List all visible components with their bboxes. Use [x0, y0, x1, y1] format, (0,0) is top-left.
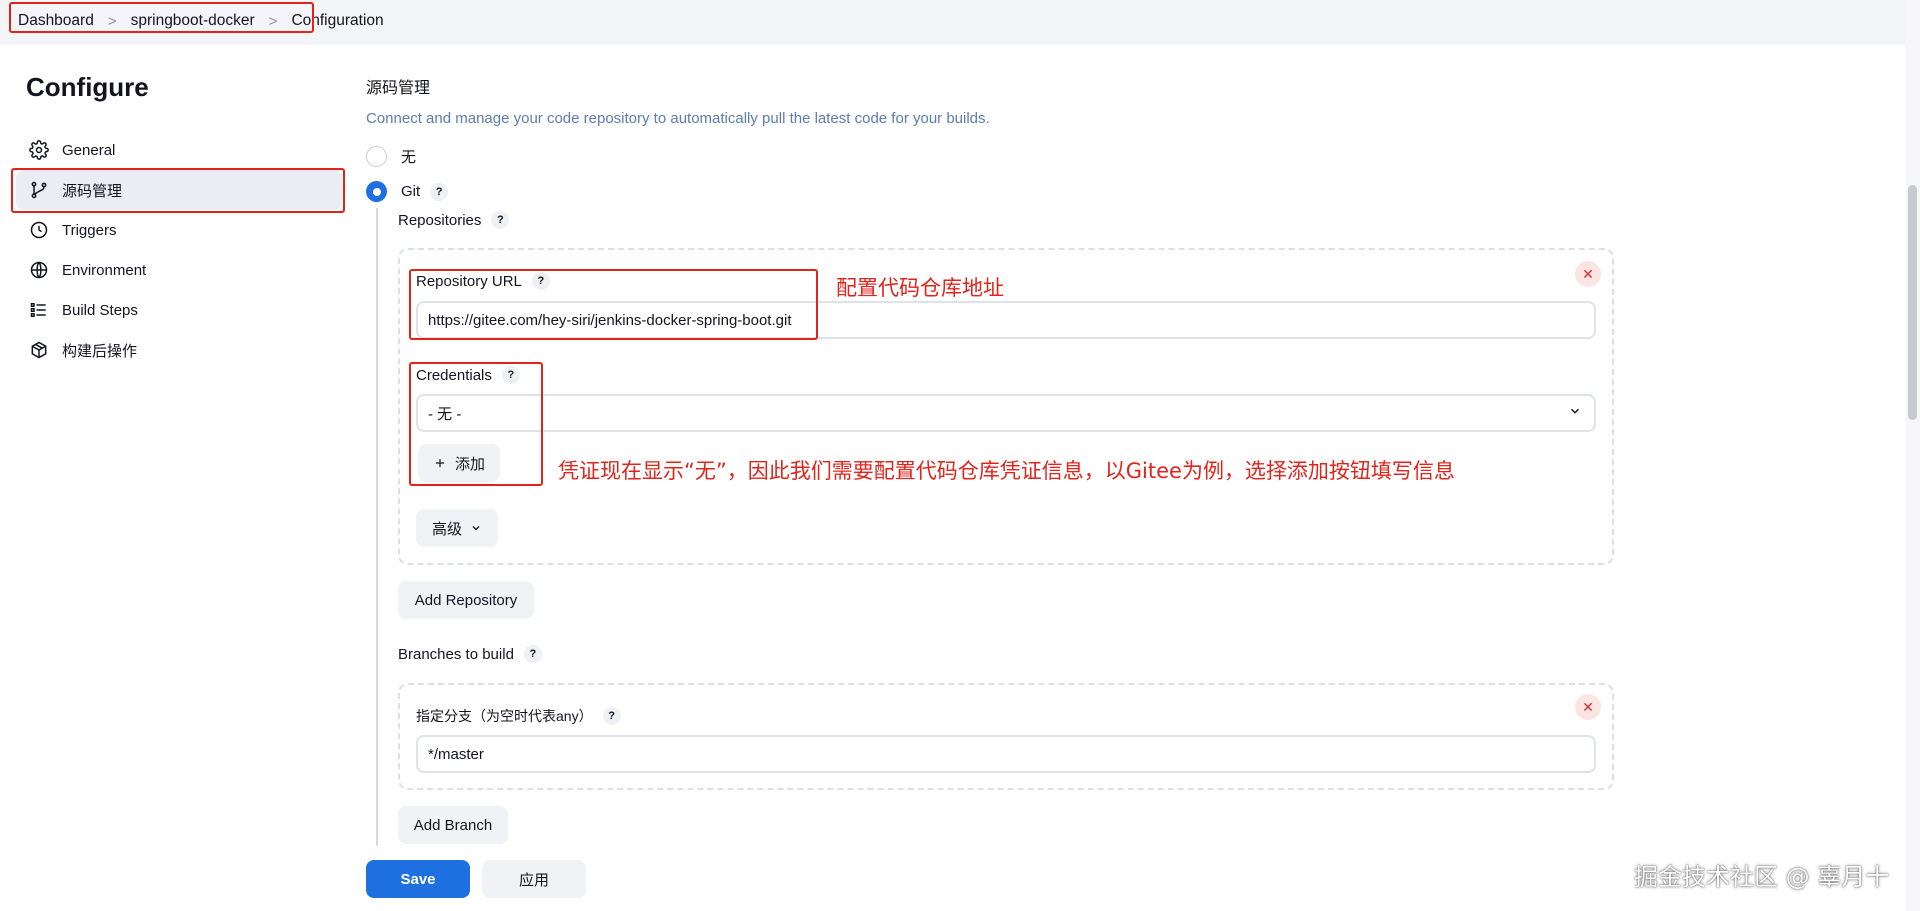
branches-label: Branches to build ?	[398, 645, 542, 663]
add-repository-button[interactable]: Add Repository	[398, 581, 534, 619]
radio-button-checked[interactable]	[366, 181, 387, 202]
repositories-label: Repositories ?	[398, 211, 510, 229]
chevron-down-icon	[470, 522, 482, 534]
plus-icon	[433, 456, 447, 470]
git-options-guideline	[376, 208, 378, 848]
repository-url-label-text: Repository URL	[416, 272, 522, 290]
scrollbar-thumb[interactable]	[1908, 185, 1917, 420]
sidebar-item-build-steps[interactable]: Build Steps	[16, 290, 342, 330]
credentials-label: Credentials ?	[416, 366, 520, 384]
breadcrumb-configuration[interactable]: Configuration	[291, 12, 383, 30]
clock-icon	[28, 219, 50, 241]
gear-icon	[28, 139, 50, 161]
sidebar-item-scm[interactable]: 源码管理	[16, 170, 342, 210]
help-icon[interactable]: ?	[531, 272, 550, 290]
watermark: 掘金技术社区 @ 辜月十	[1634, 863, 1890, 891]
annotation-credentials-note: 凭证现在显示“无”，因此我们需要配置代码仓库凭证信息，以Gitee为例，选择添加…	[558, 459, 1455, 483]
credentials-select[interactable]: - 无 -	[416, 394, 1596, 432]
breadcrumb-separator: >	[268, 12, 278, 30]
breadcrumb-project[interactable]: springboot-docker	[131, 12, 255, 30]
credentials-label-text: Credentials	[416, 366, 492, 384]
radio-option-none[interactable]: 无	[366, 146, 416, 167]
repositories-label-text: Repositories	[398, 211, 482, 229]
radio-label: 无	[401, 149, 417, 166]
help-icon[interactable]: ?	[602, 707, 621, 725]
section-description: Connect and manage your code repository …	[366, 110, 990, 127]
radio-button[interactable]	[366, 146, 387, 167]
sidebar-nav: General 源码管理 Triggers Environment Build …	[16, 130, 342, 370]
add-credentials-button[interactable]: 添加	[418, 444, 500, 482]
branches-label-text: Branches to build	[398, 645, 514, 663]
repository-url-label: Repository URL ?	[416, 272, 550, 290]
sidebar-item-environment[interactable]: Environment	[16, 250, 342, 290]
advanced-label: 高级	[431, 520, 462, 538]
globe-icon	[28, 259, 50, 281]
annotation-repo-url-note: 配置代码仓库地址	[836, 276, 1004, 300]
breadcrumb-dashboard[interactable]: Dashboard	[18, 12, 94, 30]
help-icon[interactable]: ?	[430, 182, 449, 201]
sidebar-item-label: Triggers	[62, 221, 117, 239]
sidebar-item-triggers[interactable]: Triggers	[16, 210, 342, 250]
help-icon[interactable]: ?	[523, 645, 542, 663]
radio-option-git[interactable]: Git ?	[366, 181, 449, 202]
branch-specifier-input[interactable]: */master	[416, 735, 1596, 773]
remove-branch-icon[interactable]: ✕	[1575, 694, 1601, 720]
radio-label: Git	[401, 183, 421, 200]
list-icon	[28, 299, 50, 321]
scrollbar-track[interactable]	[1906, 0, 1920, 911]
credentials-selected-value: - 无 -	[428, 405, 462, 423]
repository-url-input[interactable]: https://gitee.com/hey-siri/jenkins-docke…	[416, 301, 1596, 339]
add-credentials-label: 添加	[454, 455, 485, 473]
add-branch-button[interactable]: Add Branch	[398, 806, 508, 844]
sidebar-item-post-build[interactable]: 构建后操作	[16, 330, 342, 370]
chevron-down-icon	[1568, 404, 1582, 422]
breadcrumb-separator: >	[107, 12, 117, 30]
remove-repository-icon[interactable]: ✕	[1575, 261, 1601, 287]
branch-specifier-label: 指定分支（为空时代表any） ?	[416, 706, 621, 726]
help-icon[interactable]: ?	[491, 211, 510, 229]
git-branch-icon	[28, 179, 50, 201]
help-icon[interactable]: ?	[501, 366, 520, 384]
package-icon	[28, 339, 50, 361]
sidebar-item-label: General	[62, 141, 116, 159]
apply-button[interactable]: 应用	[482, 860, 586, 898]
save-button[interactable]: Save	[366, 860, 470, 898]
page-title: Configure	[26, 72, 149, 102]
section-title: 源码管理	[366, 80, 431, 97]
sidebar-item-general[interactable]: General	[16, 130, 342, 170]
breadcrumb: Dashboard > springboot-docker > Configur…	[10, 2, 392, 40]
advanced-button[interactable]: 高级	[416, 509, 498, 547]
sidebar-item-label: 构建后操作	[62, 342, 138, 360]
sidebar-item-label: Environment	[62, 261, 147, 279]
sidebar-item-label: Build Steps	[62, 301, 138, 319]
branch-specifier-label-text: 指定分支（为空时代表any）	[416, 708, 593, 724]
sidebar-item-label: 源码管理	[62, 182, 123, 200]
